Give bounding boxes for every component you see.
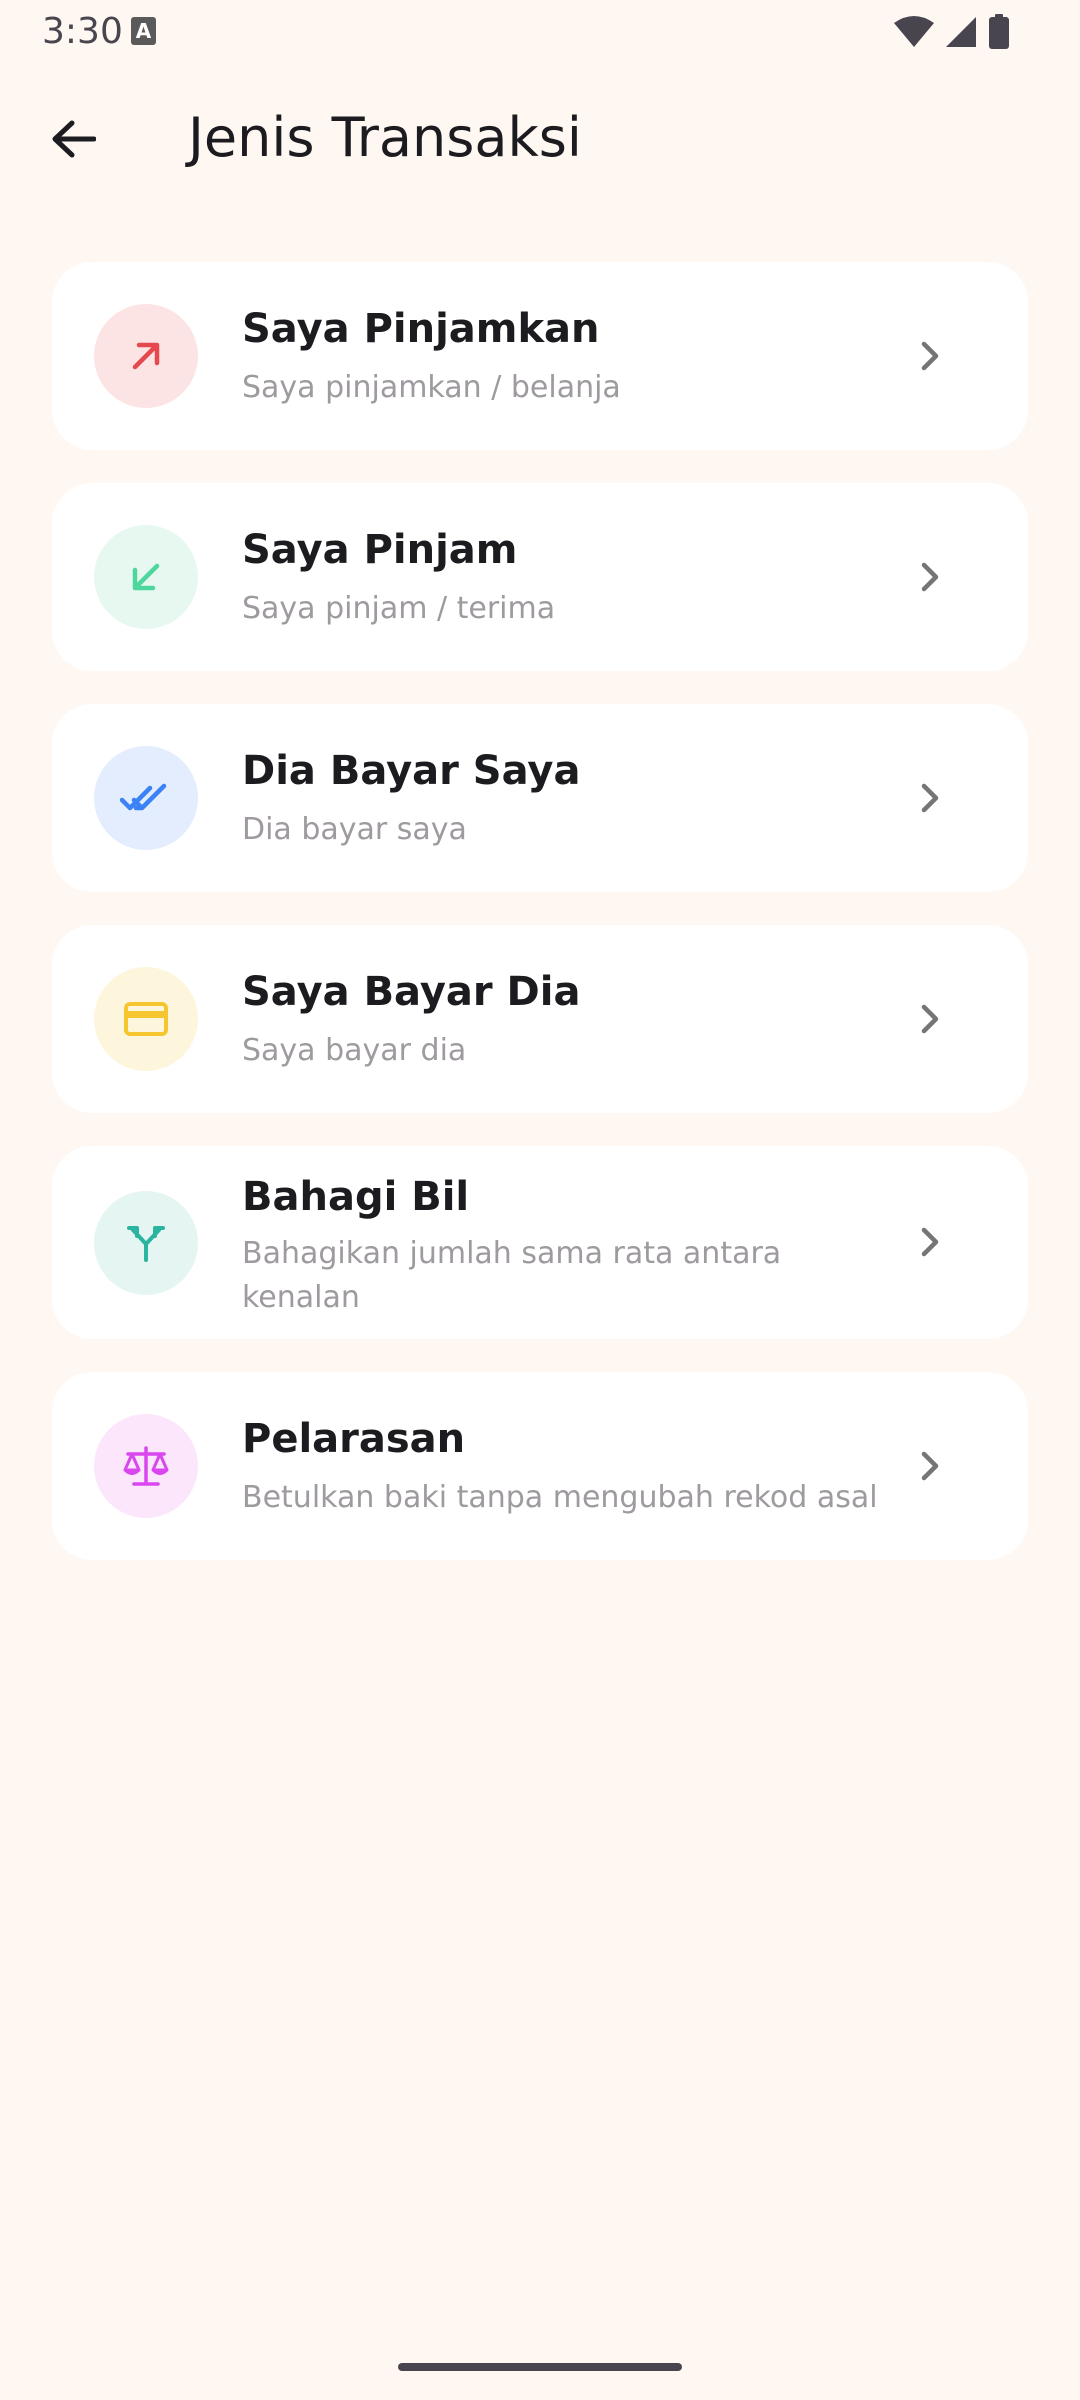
- icon-circle: [94, 967, 198, 1071]
- list-item-bahagi-bil[interactable]: Bahagi Bil Bahagikan jumlah sama rata an…: [52, 1146, 1028, 1339]
- chevron-right-icon: [908, 1220, 952, 1264]
- item-subtitle: Dia bayar saya: [242, 812, 467, 847]
- item-title: Pelarasan: [242, 1416, 466, 1462]
- home-indicator[interactable]: [398, 2363, 682, 2371]
- status-bar: 3:30 A: [0, 0, 1080, 64]
- item-title: Saya Pinjamkan: [242, 306, 600, 352]
- status-time: 3:30: [42, 11, 123, 52]
- chevron-right-icon: [908, 997, 952, 1041]
- icon-circle: [94, 525, 198, 629]
- item-subtitle: Saya pinjamkan / belanja: [242, 370, 621, 405]
- item-subtitle: Bahagikan jumlah sama rata antara kenala…: [242, 1236, 782, 1315]
- icon-circle: [94, 746, 198, 850]
- signal-icon: [946, 17, 976, 47]
- item-subtitle: Saya pinjam / terima: [242, 591, 556, 626]
- arrow-up-right-icon: [132, 342, 160, 370]
- chevron-right-icon: [908, 555, 952, 599]
- credit-card-icon: [124, 1002, 168, 1036]
- icon-circle: [94, 1191, 198, 1295]
- page-title: Jenis Transaksi: [188, 106, 582, 169]
- chevron-right-icon: [908, 776, 952, 820]
- app-bar: Jenis Transaksi: [0, 80, 1080, 192]
- scale-icon: [123, 1446, 169, 1486]
- notification-icon: A: [131, 17, 156, 45]
- icon-circle: [94, 1414, 198, 1518]
- back-button[interactable]: [40, 106, 106, 172]
- item-title: Bahagi Bil: [242, 1174, 470, 1220]
- battery-icon: [989, 14, 1009, 49]
- split-icon: [127, 1226, 165, 1262]
- chevron-right-icon: [908, 334, 952, 378]
- arrow-down-left-icon: [132, 563, 160, 591]
- item-subtitle: Saya bayar dia: [242, 1033, 467, 1068]
- list-item-saya-bayar-dia[interactable]: Saya Bayar Dia Saya bayar dia: [52, 925, 1028, 1113]
- double-check-icon: [120, 783, 167, 811]
- list-item-dia-bayar-saya[interactable]: Dia Bayar Saya Dia bayar saya: [52, 704, 1028, 892]
- arrow-left-icon: [52, 120, 96, 158]
- list-item-saya-pinjamkan[interactable]: Saya Pinjamkan Saya pinjamkan / belanja: [52, 262, 1028, 450]
- status-icons: [894, 12, 1010, 52]
- list-item-saya-pinjam[interactable]: Saya Pinjam Saya pinjam / terima: [52, 483, 1028, 671]
- chevron-right-icon: [908, 1444, 952, 1488]
- wifi-icon: [894, 16, 934, 47]
- item-title: Saya Pinjam: [242, 527, 518, 573]
- item-title: Dia Bayar Saya: [242, 748, 581, 794]
- transaction-type-list: Saya Pinjamkan Saya pinjamkan / belanja …: [52, 262, 1028, 1593]
- item-subtitle: Betulkan baki tanpa mengubah rekod asal: [242, 1480, 878, 1515]
- icon-circle: [94, 304, 198, 408]
- item-title: Saya Bayar Dia: [242, 969, 581, 1015]
- list-item-pelarasan[interactable]: Pelarasan Betulkan baki tanpa mengubah r…: [52, 1372, 1028, 1560]
